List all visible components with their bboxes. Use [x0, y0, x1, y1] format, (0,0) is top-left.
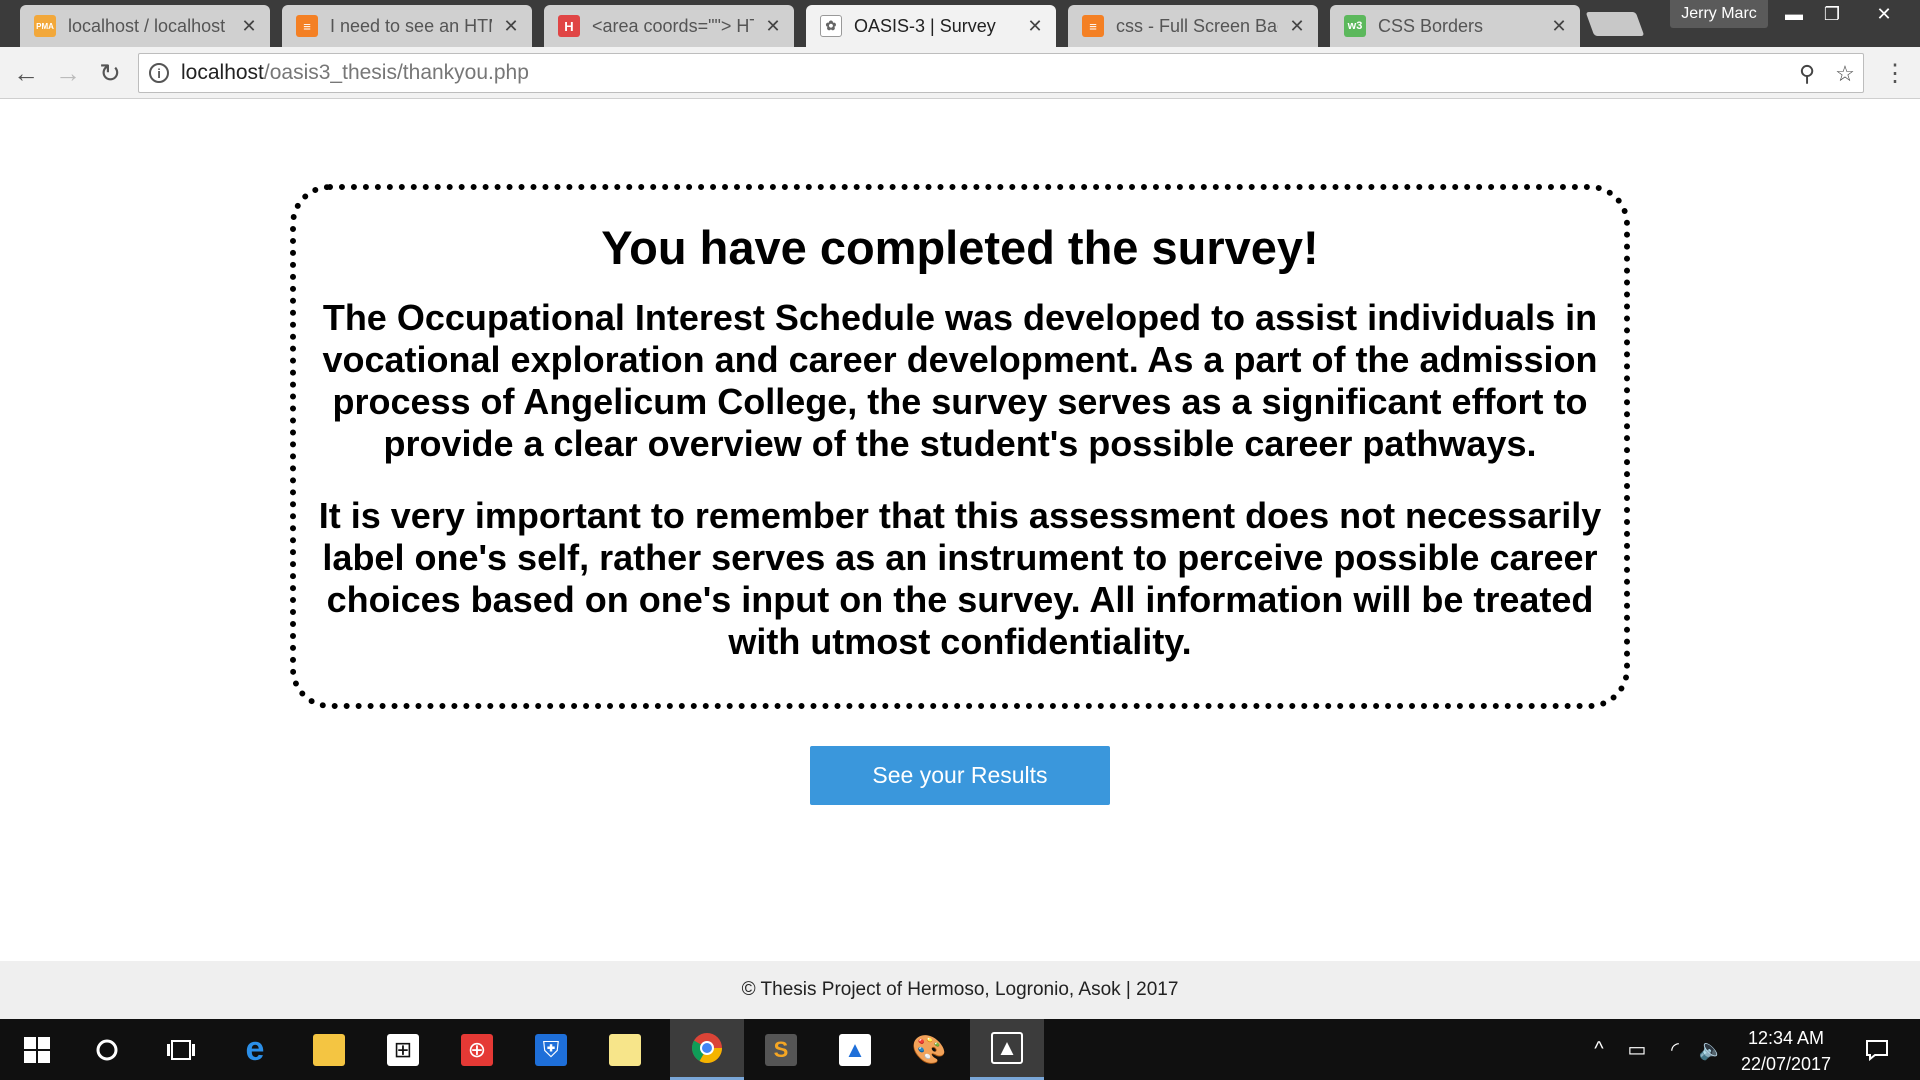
close-icon[interactable]: ✕: [764, 16, 782, 37]
tab-label: OASIS-3 | Survey: [854, 15, 996, 36]
action-center-icon[interactable]: [1852, 1019, 1902, 1080]
w3schools-icon: w3: [1344, 15, 1366, 37]
tab-phpmyadmin[interactable]: PMA localhost / localhost / ✕: [20, 5, 270, 47]
taskbar-paint[interactable]: 🎨: [892, 1019, 966, 1080]
task-view-icon: [165, 1034, 197, 1066]
menu-icon[interactable]: ⋮: [1880, 57, 1910, 89]
taskbar-edge[interactable]: e: [218, 1019, 292, 1080]
tab-label: css - Full Screen Back: [1116, 15, 1278, 36]
url-text: localhost/oasis3_thesis/thankyou.php: [181, 61, 529, 85]
task-view-button[interactable]: [144, 1019, 218, 1080]
page-footer: © Thesis Project of Hermoso, Logronio, A…: [0, 961, 1920, 1019]
cortana-button[interactable]: [70, 1019, 144, 1080]
close-icon[interactable]: ✕: [1288, 16, 1306, 37]
completion-card: You have completed the survey! The Occup…: [290, 184, 1630, 709]
close-icon[interactable]: ✕: [1550, 16, 1568, 37]
tab-css-borders[interactable]: w3 CSS Borders ✕: [1330, 5, 1580, 47]
reload-icon[interactable]: ↻: [94, 57, 126, 89]
start-button[interactable]: [0, 1019, 74, 1080]
back-arrow-icon[interactable]: ←: [10, 57, 42, 89]
clock-date: 22/07/2017: [1740, 1054, 1832, 1074]
tab-label: I need to see an HTM: [330, 15, 492, 36]
battery-icon[interactable]: ▭: [1620, 1019, 1654, 1080]
store-bag-icon: ⊞: [387, 1033, 419, 1066]
confidentiality-paragraph: It is very important to remember that th…: [318, 495, 1602, 662]
tab-strip: PMA localhost / localhost / ✕ ≡ I need t…: [0, 0, 1920, 47]
wifi-icon[interactable]: ◜: [1658, 1019, 1692, 1080]
taskbar-image-viewer[interactable]: ▲: [970, 1019, 1044, 1080]
tab-stackoverflow-html[interactable]: ≡ I need to see an HTM ✕: [282, 5, 532, 47]
tab-label: localhost / localhost /: [68, 15, 230, 36]
chrome-icon: [691, 1032, 723, 1064]
tab-label: CSS Borders: [1378, 15, 1484, 36]
url-path: /oasis3_thesis/thankyou.php: [263, 61, 529, 84]
folder-icon: [313, 1033, 345, 1066]
tab-label: <area coords=""> HT: [592, 15, 754, 36]
forward-arrow-icon[interactable]: →: [52, 57, 84, 89]
taskbar-defender[interactable]: ⛨: [514, 1019, 588, 1080]
profile-button[interactable]: Jerry Marc: [1670, 0, 1768, 28]
stackoverflow-icon: ≡: [1082, 15, 1104, 37]
volume-icon[interactable]: 🔈: [1694, 1019, 1728, 1080]
taskbar-file-explorer[interactable]: [292, 1019, 366, 1080]
mountain-image-icon: ▲: [991, 1032, 1023, 1064]
taskbar-gift-app[interactable]: ⊕: [440, 1019, 514, 1080]
info-icon[interactable]: i: [149, 63, 169, 83]
cortana-circle-icon: [91, 1034, 123, 1066]
phpmyadmin-icon: PMA: [34, 15, 56, 37]
zoom-icon[interactable]: ⚲: [1793, 60, 1821, 88]
chevron-up-icon[interactable]: ^: [1584, 1019, 1614, 1080]
image-file-icon: ▲: [839, 1033, 871, 1066]
close-icon[interactable]: ✕: [502, 16, 520, 37]
close-icon[interactable]: ✕: [240, 16, 258, 37]
edge-icon: e: [245, 1030, 265, 1068]
oasis-seal-icon: ✿: [820, 15, 842, 37]
taskbar-chrome[interactable]: [670, 1019, 744, 1080]
see-results-button[interactable]: See your Results: [810, 746, 1110, 805]
clock[interactable]: 12:34 AM 22/07/2017: [1726, 1025, 1846, 1077]
close-window-icon[interactable]: ✕: [1862, 0, 1906, 28]
taskbar-store[interactable]: ⊞: [366, 1019, 440, 1080]
sticky-note-icon: [609, 1033, 641, 1066]
windows-logo-icon: [21, 1034, 53, 1066]
tab-oasis-survey[interactable]: ✿ OASIS-3 | Survey ✕: [806, 5, 1056, 47]
paint-palette-icon: 🎨: [911, 1034, 947, 1065]
stackoverflow-icon: ≡: [296, 15, 318, 37]
bookmark-star-icon[interactable]: ☆: [1831, 60, 1859, 88]
new-tab-button[interactable]: [1585, 12, 1645, 36]
restore-icon[interactable]: ❐: [1810, 0, 1854, 28]
windows-taskbar: e ⊞ ⊕ ⛨ S ▲ 🎨 ▲ ^ ▭ ◜ 🔈 12:34 AM 22/07/2…: [0, 1019, 1920, 1080]
taskbar-sticky-notes[interactable]: [588, 1019, 662, 1080]
taskbar-photos[interactable]: ▲: [818, 1019, 892, 1080]
address-bar[interactable]: i localhost/oasis3_thesis/thankyou.php ⚲…: [138, 53, 1864, 93]
clock-time: 12:34 AM: [1747, 1028, 1825, 1048]
intro-paragraph: The Occupational Interest Schedule was d…: [322, 297, 1598, 464]
page-content: You have completed the survey! The Occup…: [0, 99, 1920, 961]
tab-css-fullscreen[interactable]: ≡ css - Full Screen Back ✕: [1068, 5, 1318, 47]
sublime-text-icon: S: [765, 1033, 797, 1066]
close-icon[interactable]: ✕: [1026, 16, 1044, 37]
browser-toolbar: ← → ↻ i localhost/oasis3_thesis/thankyou…: [0, 47, 1920, 99]
tab-area-coords[interactable]: H <area coords=""> HT ✕: [544, 5, 794, 47]
shield-icon: ⛨: [535, 1033, 567, 1066]
url-host: localhost: [181, 61, 264, 84]
h-logo-icon: H: [558, 15, 580, 37]
taskbar-sublime[interactable]: S: [744, 1019, 818, 1080]
gift-icon: ⊕: [461, 1033, 493, 1066]
page-title: You have completed the survey!: [601, 221, 1319, 274]
